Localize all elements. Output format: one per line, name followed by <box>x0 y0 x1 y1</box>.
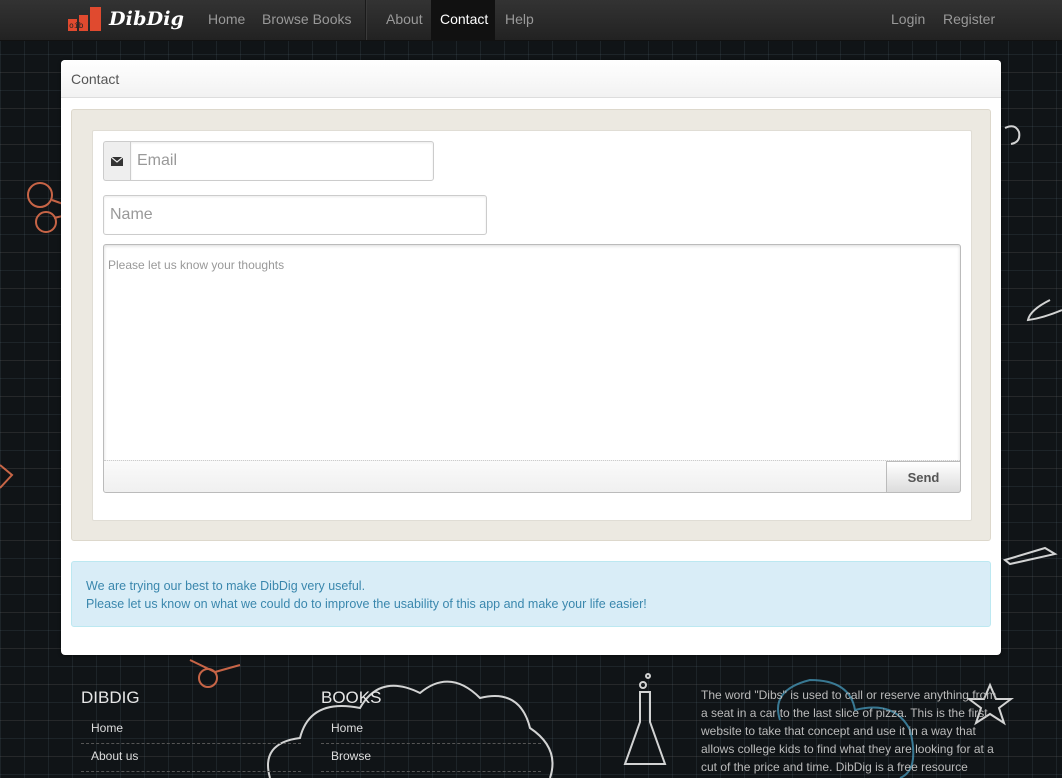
info-alert: We are trying our best to make DibDig ve… <box>71 561 991 627</box>
footer-about-text: The word "Dibs" is used to call or reser… <box>701 688 997 774</box>
nav-browse-books[interactable]: Browse Books <box>253 0 360 40</box>
brand-name: DibDig <box>109 8 185 30</box>
nav-home[interactable]: Home <box>199 0 254 40</box>
brand[interactable]: oib DibDig <box>68 6 184 32</box>
books-logo-icon: oib <box>68 7 101 31</box>
nav-divider <box>365 0 367 40</box>
svg-text:oib: oib <box>69 21 84 30</box>
footer-link-browse[interactable]: Browse <box>321 744 541 772</box>
footer-dibdig-title: DIBDIG <box>81 688 140 707</box>
email-addon <box>103 141 130 181</box>
footer-books-title: BOOKS <box>321 688 382 707</box>
message-textarea[interactable] <box>104 245 960 459</box>
footer-link-books-home[interactable]: Home <box>321 716 541 744</box>
nav-help[interactable]: Help <box>496 0 543 40</box>
send-button[interactable]: Send <box>886 461 961 493</box>
footer-dibdig-column: DIBDIG Home About us <box>81 688 301 772</box>
contact-panel: Contact Send We are trying <box>61 60 1001 655</box>
nav-login[interactable]: Login <box>882 0 934 40</box>
contact-form: Send <box>92 130 972 521</box>
info-line-1: We are trying our best to make DibDig ve… <box>86 579 366 593</box>
email-input-group <box>103 141 434 181</box>
envelope-icon <box>111 156 123 166</box>
panel-title: Contact <box>61 60 1001 98</box>
footer-link-about-us[interactable]: About us <box>81 744 301 772</box>
nav-register[interactable]: Register <box>934 0 1004 40</box>
message-toolbar: Send <box>104 460 961 493</box>
name-field[interactable] <box>103 195 487 235</box>
footer-link-home[interactable]: Home <box>81 716 301 744</box>
footer-books-column: BOOKS Home Browse <box>321 688 541 772</box>
email-field[interactable] <box>130 141 434 181</box>
top-navbar: oib DibDig Home Browse Books About Conta… <box>0 0 1062 41</box>
info-line-2: Please let us know on what we could do t… <box>86 597 647 611</box>
message-box: Send <box>103 244 961 493</box>
nav-contact[interactable]: Contact <box>431 0 495 40</box>
contact-form-well: Send <box>71 109 991 541</box>
nav-about[interactable]: About <box>377 0 432 40</box>
